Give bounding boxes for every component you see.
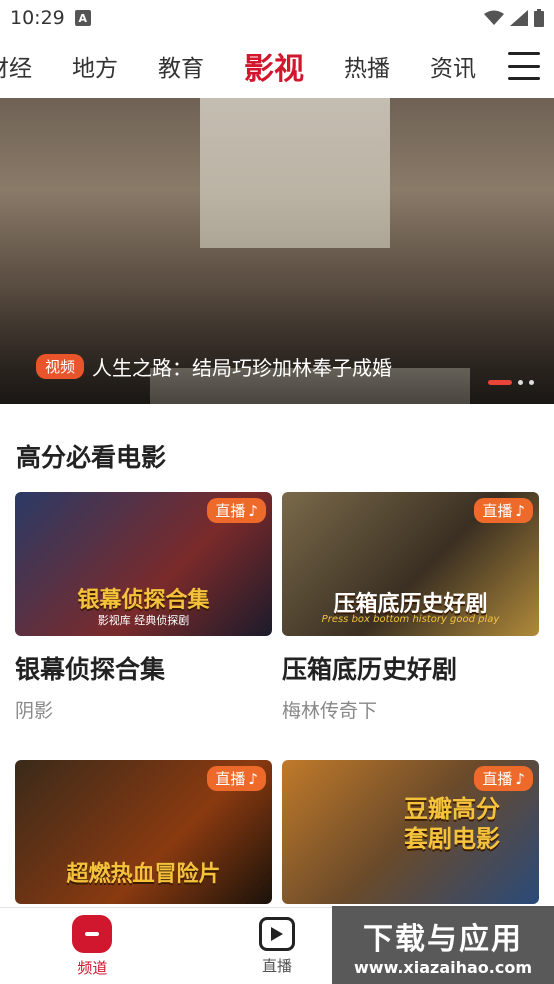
- wifi-icon: [484, 10, 504, 25]
- tab-finance[interactable]: 财经: [0, 49, 32, 83]
- card-title: 银幕侦探合集: [15, 655, 166, 684]
- card-subtitle: 阴影: [15, 700, 54, 722]
- tab-trending[interactable]: 热播: [344, 49, 390, 83]
- tab-film-tv[interactable]: 影视: [244, 44, 304, 88]
- thumb-subtitle: Press box bottom history good play: [321, 614, 500, 625]
- channel-icon: [72, 914, 113, 953]
- hero-banner[interactable]: 视频 人生之路：结局巧珍加林奉子成婚: [0, 98, 554, 404]
- card-subtitle: 梅林传奇下: [282, 700, 378, 722]
- movie-card[interactable]: 直播 ♪ 压箱底历史好剧 Press box bottom history goo…: [282, 492, 539, 723]
- battery-icon: [534, 9, 544, 27]
- carousel-dot: [518, 380, 523, 385]
- notification-a-icon: A: [74, 10, 91, 26]
- tab-local[interactable]: 地方: [72, 49, 118, 83]
- tab-channels[interactable]: 频道: [0, 908, 185, 984]
- hero-image-window: [200, 98, 390, 248]
- carousel-dot: [529, 380, 534, 385]
- tab-education[interactable]: 教育: [158, 49, 204, 83]
- status-bar: 10:29 A: [0, 0, 554, 36]
- hero-title: 人生之路：结局巧珍加林奉子成婚: [92, 356, 393, 380]
- movie-card[interactable]: 直播 ♪ 银幕侦探合集 影视库 经典侦探剧 银幕侦探合集 阴影: [15, 492, 272, 723]
- tab-news[interactable]: 资讯: [430, 49, 476, 83]
- watermark: 下载与应用 www.xiazaihao.com: [332, 906, 554, 984]
- menu-icon[interactable]: [508, 52, 540, 80]
- movie-card[interactable]: 直播 ♪ 豆瓣高分套剧电影: [282, 760, 539, 904]
- live-badge: 直播 ♪: [474, 766, 533, 791]
- thumb-title: 银幕侦探合集: [77, 588, 210, 613]
- channel-nav: 财经 地方 教育 影视 热播 资讯: [0, 36, 554, 96]
- card-thumbnail: 直播 ♪ 压箱底历史好剧 Press box bottom history goo…: [282, 492, 539, 636]
- section-title: 高分必看电影: [16, 443, 167, 472]
- thumb-subtitle: 影视库 经典侦探剧: [97, 614, 190, 627]
- card-thumbnail: 直播 ♪ 银幕侦探合集 影视库 经典侦探剧: [15, 492, 272, 636]
- movie-card[interactable]: 直播 ♪ 超燃热血冒险片: [15, 760, 272, 904]
- clock: 10:29: [10, 7, 65, 29]
- thumb-title: 超燃热血冒险片: [66, 862, 221, 887]
- card-thumbnail: 直播 ♪ 超燃热血冒险片: [15, 760, 272, 904]
- carousel-indicator: [488, 380, 534, 385]
- card-title: 压箱底历史好剧: [282, 655, 458, 684]
- live-badge: 直播 ♪: [207, 498, 266, 523]
- thumb-title: 豆瓣高分套剧电影: [404, 795, 500, 853]
- live-badge: 直播 ♪: [207, 766, 266, 791]
- play-icon: [259, 916, 295, 951]
- live-badge: 直播 ♪: [474, 498, 533, 523]
- video-badge: 视频: [36, 354, 85, 379]
- signal-icon: [510, 10, 528, 26]
- carousel-dot-active: [488, 380, 512, 385]
- card-thumbnail: 直播 ♪ 豆瓣高分套剧电影: [282, 760, 539, 904]
